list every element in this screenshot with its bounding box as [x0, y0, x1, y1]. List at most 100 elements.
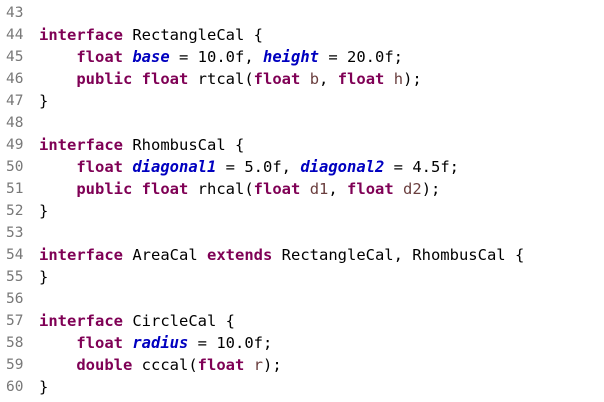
code-token: } — [39, 92, 49, 110]
code-line[interactable]: 57 interface CircleCal { — [0, 310, 604, 332]
keyword-token: interface — [39, 136, 123, 154]
line-number: 53 — [6, 225, 24, 241]
code-token: RectangleCal { — [123, 26, 263, 44]
field-token: height — [263, 48, 319, 66]
line-number: 47 — [6, 93, 24, 109]
code-token: } — [39, 268, 49, 286]
code-line[interactable]: 52} — [0, 200, 604, 222]
line-number: 51 — [6, 181, 24, 197]
code-line[interactable]: 44 interface RectangleCal { — [0, 24, 604, 46]
line-number: 60 — [6, 379, 24, 395]
code-text: float radius = 10.0f; — [39, 332, 272, 354]
code-line[interactable]: 47} — [0, 90, 604, 112]
code-text: public float rtcal(float b, float h); — [39, 68, 422, 90]
keyword-token: float — [76, 334, 123, 352]
code-token: AreaCal — [123, 246, 207, 264]
code-line[interactable]: 54 interface AreaCal extends RectangleCal… — [0, 244, 604, 266]
code-token: RectangleCal, RhombusCal { — [272, 246, 525, 264]
line-number: 48 — [6, 115, 24, 131]
code-token: = 4.5f; — [384, 158, 459, 176]
code-token: , — [319, 70, 338, 88]
code-text: interface RectangleCal { — [39, 24, 263, 46]
keyword-token: float — [337, 70, 385, 88]
line-number: 57 — [6, 313, 24, 329]
parameter-token: d2 — [403, 180, 422, 198]
keyword-token: public — [76, 180, 133, 198]
code-token: CircleCal { — [123, 312, 235, 330]
code-line[interactable]: 45 float base = 10.0f, height = 20.0f; — [0, 46, 604, 68]
code-text: interface RhombusCal { — [39, 134, 244, 156]
code-token: rtcal( — [188, 70, 254, 88]
keyword-token: float — [253, 180, 301, 198]
code-token: } — [39, 202, 49, 220]
code-token: ); — [403, 70, 422, 88]
code-text: } — [39, 266, 48, 288]
field-token: diagonal2 — [300, 158, 385, 176]
code-text: float diagonal1 = 5.0f, diagonal2 = 4.5f… — [39, 156, 459, 178]
line-number: 54 — [6, 247, 24, 263]
line-number: 50 — [6, 159, 24, 175]
keyword-token: float — [76, 158, 123, 176]
code-editor[interactable]: 43 44 interface RectangleCal {45 float bas… — [0, 0, 604, 402]
code-token: , — [328, 180, 348, 198]
code-line[interactable]: 50 float diagonal1 = 5.0f, diagonal2 = 4… — [0, 156, 604, 178]
code-text: public float rhcal(float d1, float d2); — [39, 178, 440, 200]
code-text: } — [39, 200, 48, 222]
code-line[interactable]: 59 double cccal(float r); — [0, 354, 604, 376]
code-text: interface AreaCal extends RectangleCal, … — [39, 244, 524, 266]
code-line[interactable]: 51 public float rhcal(float d1, float d2… — [0, 178, 604, 200]
code-line[interactable]: 55} — [0, 266, 604, 288]
code-token: } — [39, 378, 49, 396]
code-text: } — [39, 376, 48, 398]
field-token: base — [132, 48, 170, 66]
code-token: ); — [421, 180, 441, 198]
keyword-token: double — [76, 356, 133, 374]
code-line[interactable]: 58 float radius = 10.0f; — [0, 332, 604, 354]
code-token: rhcal( — [188, 180, 254, 198]
code-token: = 10.0f; — [188, 334, 273, 352]
code-token: = 5.0f, — [216, 158, 301, 176]
keyword-token: float — [76, 48, 123, 66]
code-line[interactable]: 48 — [0, 112, 604, 134]
keyword-token: float — [141, 70, 189, 88]
keyword-token: interface — [39, 312, 123, 330]
line-number: 59 — [6, 357, 24, 373]
code-line[interactable]: 56 — [0, 288, 604, 310]
code-line[interactable]: 46 public float rtcal(float b, float h); — [0, 68, 604, 90]
code-line[interactable]: 60} — [0, 376, 604, 398]
code-line[interactable]: 43 — [0, 2, 604, 24]
keyword-token: float — [197, 356, 245, 374]
code-text: interface CircleCal { — [39, 310, 235, 332]
code-line[interactable]: 53 — [0, 222, 604, 244]
field-token: radius — [132, 334, 189, 352]
keyword-token: interface — [39, 246, 123, 264]
keyword-token: interface — [39, 26, 123, 44]
keyword-token: float — [253, 70, 301, 88]
code-line[interactable]: 49 interface RhombusCal { — [0, 134, 604, 156]
line-number: 52 — [6, 203, 24, 219]
keyword-token: public — [76, 70, 133, 88]
code-text: double cccal(float r); — [39, 354, 281, 376]
line-number: 43 — [6, 5, 24, 21]
parameter-token: d1 — [309, 180, 329, 198]
keyword-token: float — [141, 180, 189, 198]
field-token: diagonal1 — [132, 158, 217, 176]
line-number: 49 — [6, 137, 24, 153]
code-text: float base = 10.0f, height = 20.0f; — [39, 46, 403, 68]
parameter-token: b — [309, 70, 320, 88]
